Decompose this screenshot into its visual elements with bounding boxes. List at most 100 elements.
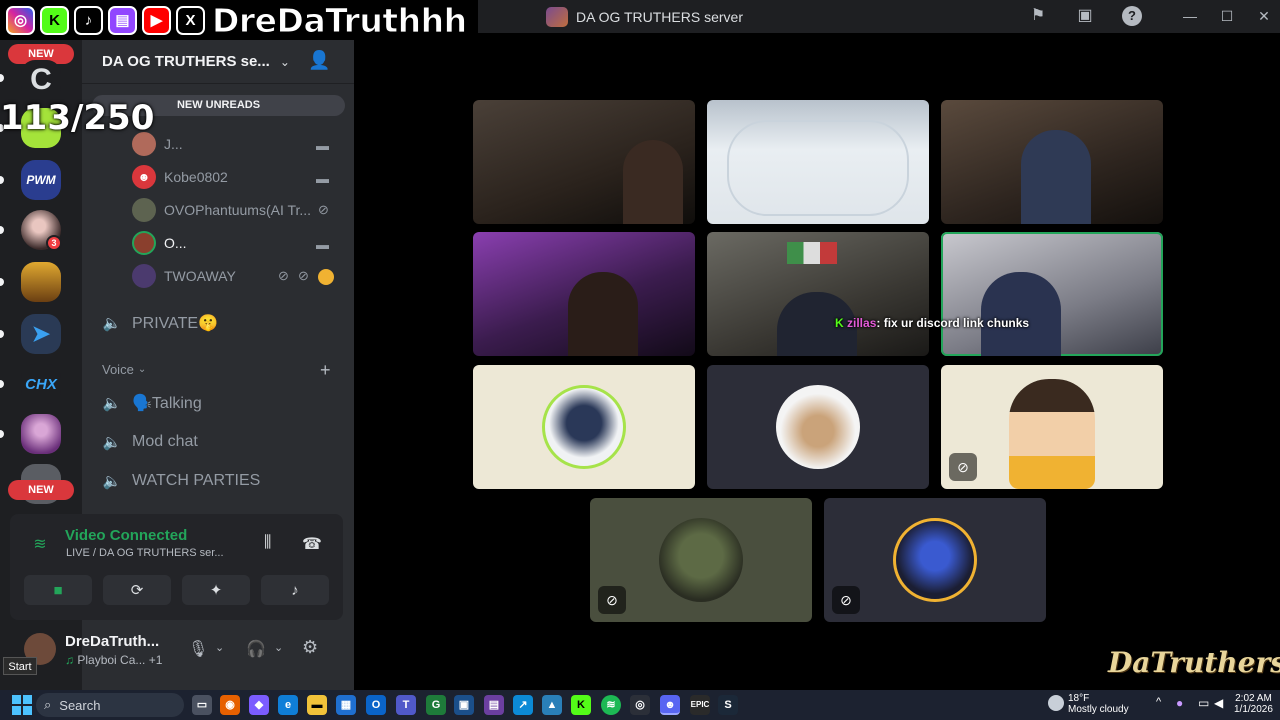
channel-mod-chat[interactable]: 🔈 Mod chat xyxy=(102,427,198,457)
add-channel-button[interactable]: + xyxy=(320,360,331,381)
app-icon[interactable]: ▣ xyxy=(454,695,474,715)
microphone-icon[interactable]: 🎙 xyxy=(188,639,208,659)
taskbar-search[interactable]: ⌕ Search xyxy=(36,693,184,717)
screen-share-button[interactable]: ⟳ xyxy=(103,575,171,605)
noise-suppression-icon[interactable]: ⫼ xyxy=(264,534,271,552)
server-pwm[interactable]: PWM xyxy=(21,160,61,200)
voice-user[interactable]: ☻ Kobe0802 xyxy=(132,163,336,191)
video-icon: ▬ xyxy=(316,138,329,153)
avatar xyxy=(132,198,156,222)
voice-status-title[interactable]: Video Connected xyxy=(65,527,187,544)
spotify-icon[interactable]: ≋ xyxy=(601,695,621,715)
copilot-icon[interactable]: ◆ xyxy=(249,695,269,715)
avatar-tile[interactable] xyxy=(707,365,929,489)
file-explorer-icon[interactable]: ▬ xyxy=(307,695,327,715)
maximize-button[interactable]: ☐ xyxy=(1217,6,1237,26)
category-label: Voice xyxy=(102,362,134,377)
voice-user[interactable]: OVOPhantuums(AI Tr... xyxy=(132,196,336,224)
discord-icon[interactable]: ☻ xyxy=(660,695,680,715)
store-icon[interactable]: ▦ xyxy=(336,695,356,715)
soundboard-button[interactable]: ♪ xyxy=(261,575,329,605)
app-icon[interactable]: ↗ xyxy=(513,695,533,715)
twitch-icon: ▤ xyxy=(108,5,137,35)
video-tile[interactable] xyxy=(473,232,695,356)
video-tile-game-stream[interactable] xyxy=(707,100,929,224)
camera-button[interactable]: ■ xyxy=(24,575,92,605)
volume-icon[interactable]: ◀ xyxy=(1214,696,1223,710)
channel-talking[interactable]: 🔈 🗣️Talking xyxy=(102,388,202,418)
obs-icon[interactable]: ◎ xyxy=(630,695,650,715)
kick-badge-icon: K xyxy=(835,316,844,330)
photos-icon[interactable]: ▲ xyxy=(542,695,562,715)
epic-games-icon[interactable]: EPIC xyxy=(690,695,710,715)
channel-private[interactable]: 🔈 PRIVATE🤫 xyxy=(102,308,218,338)
inbox-icon[interactable]: ▣ xyxy=(1075,6,1095,26)
kick-app-icon[interactable]: K xyxy=(571,695,591,715)
username[interactable]: DreDaTruth... xyxy=(65,633,159,650)
signal-icon[interactable]: ≋ xyxy=(30,534,50,554)
video-tile[interactable] xyxy=(941,100,1163,224)
clock-time: 2:02 AM xyxy=(1235,693,1272,704)
clock[interactable]: 2:02 AM 1/1/2026 xyxy=(1234,693,1273,715)
invite-icon[interactable]: 👤 xyxy=(308,50,330,71)
firefox-icon[interactable]: ◉ xyxy=(220,695,240,715)
flag-icon[interactable]: ⚑ xyxy=(1028,6,1048,26)
deafened-icon: ⊘ xyxy=(298,268,309,283)
app-icon[interactable]: ▤ xyxy=(484,695,504,715)
outlook-icon[interactable]: O xyxy=(366,695,386,715)
voice-channel-link[interactable]: LIVE / DA OG TRUTHERS ser... xyxy=(66,547,224,559)
participant-video xyxy=(1021,130,1091,224)
avatar-tile[interactable]: ⊘ xyxy=(590,498,812,622)
flag-decoration xyxy=(787,242,837,264)
chevron-down-icon[interactable]: ⌄ xyxy=(215,641,224,654)
tiktok-icon: ♪ xyxy=(74,5,103,35)
server-telegram-icon[interactable]: ➤ xyxy=(21,314,61,354)
mic-muted-icon: ⊘ xyxy=(598,586,626,614)
participant-video xyxy=(568,272,638,356)
server-crown-icon[interactable] xyxy=(21,262,61,302)
gamebar-icon[interactable]: G xyxy=(426,695,446,715)
settings-gear-icon[interactable]: ⚙ xyxy=(302,637,318,658)
chevron-up-icon[interactable]: ^ xyxy=(1156,696,1161,708)
video-tile-speaking[interactable] xyxy=(941,232,1163,356)
mic-muted-icon: ⊘ xyxy=(318,202,329,217)
status-extra: +1 xyxy=(148,653,163,667)
camera-off-icon: ⊘ xyxy=(949,453,977,481)
headphones-icon[interactable]: 🎧 xyxy=(246,639,266,659)
video-tile[interactable] xyxy=(707,232,929,356)
new-badge-bottom[interactable]: NEW xyxy=(8,480,74,500)
window-title: DA OG TRUTHERS server xyxy=(546,7,743,27)
edge-icon[interactable]: e xyxy=(278,695,298,715)
minimize-button[interactable]: — xyxy=(1180,6,1200,26)
server-chx[interactable]: CHX xyxy=(21,364,61,404)
voice-user[interactable]: O... xyxy=(132,229,336,257)
server-header[interactable]: DA OG TRUTHERS se... ⌄ 👤 xyxy=(82,40,354,84)
chevron-down-icon: ⌄ xyxy=(279,54,290,69)
server-c[interactable]: C xyxy=(21,60,61,100)
participant-avatar xyxy=(776,385,860,469)
network-icon[interactable]: ▭ xyxy=(1198,696,1209,710)
task-view-icon[interactable]: ▭ xyxy=(192,695,212,715)
close-button[interactable]: ✕ xyxy=(1254,6,1274,26)
teams-icon[interactable]: T xyxy=(396,695,416,715)
voice-user[interactable]: J... xyxy=(132,130,336,158)
window-title-text: DA OG TRUTHERS server xyxy=(576,9,743,25)
video-tile[interactable] xyxy=(473,100,695,224)
avatar-tile[interactable]: ⊘ xyxy=(941,365,1163,489)
server-purple-icon[interactable] xyxy=(21,414,61,454)
activities-button[interactable]: ✦ xyxy=(182,575,250,605)
search-placeholder: Search xyxy=(59,697,101,713)
avatar-tile[interactable]: ⊘ xyxy=(824,498,1046,622)
avatar-tile[interactable] xyxy=(473,365,695,489)
help-icon[interactable]: ? xyxy=(1122,6,1142,26)
channel-watch-parties[interactable]: 🔈 WATCH PARTIES xyxy=(102,466,261,496)
chevron-down-icon[interactable]: ⌄ xyxy=(274,641,283,654)
tray-mic-icon[interactable]: ● xyxy=(1176,696,1183,710)
channel-label: WATCH PARTIES xyxy=(132,472,261,489)
disconnect-icon[interactable]: ☎ xyxy=(302,534,322,554)
voice-category[interactable]: Voice ⌄ xyxy=(102,362,146,377)
start-button[interactable] xyxy=(12,695,32,715)
steam-icon[interactable]: S xyxy=(718,695,738,715)
search-icon: ⌕ xyxy=(44,697,52,712)
video-icon: ▬ xyxy=(316,237,329,252)
